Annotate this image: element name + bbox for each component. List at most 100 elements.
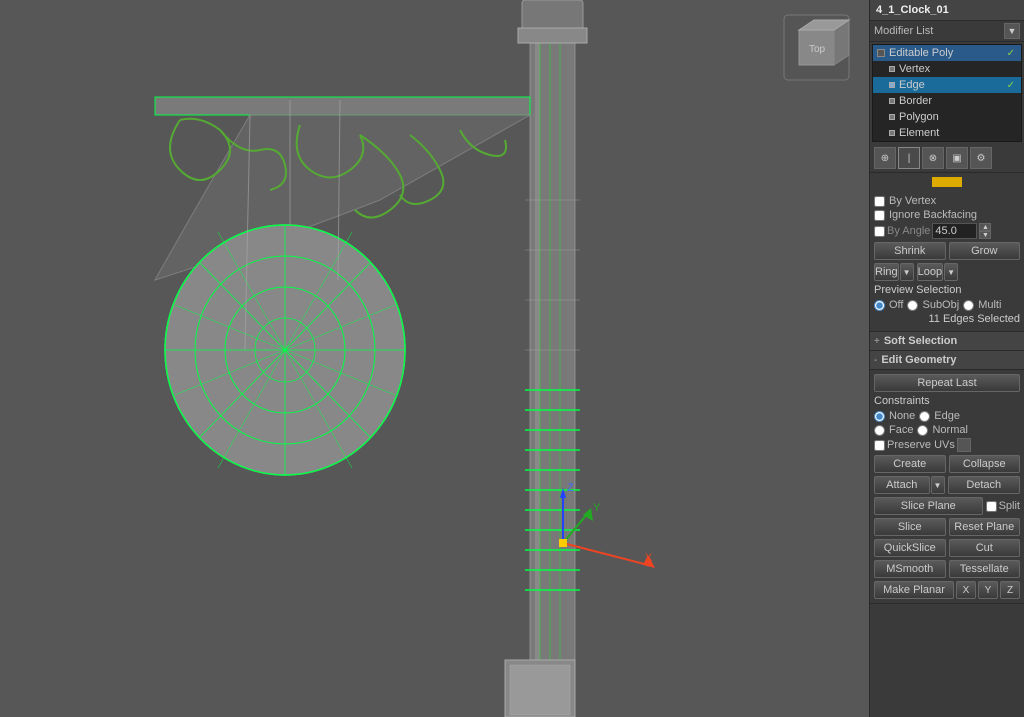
stack-icon <box>877 49 885 57</box>
tab-icon-5[interactable]: ⚙ <box>970 147 992 169</box>
detach-button[interactable]: Detach <box>948 476 1021 494</box>
constraint-normal-label: Normal <box>932 424 967 436</box>
by-vertex-label: By Vertex <box>889 195 936 207</box>
stack-label-border: Border <box>899 95 932 107</box>
view-gizmo[interactable]: Top <box>779 10 859 90</box>
constraint-edge-label: Edge <box>934 410 960 422</box>
by-angle-checkbox[interactable] <box>874 226 885 237</box>
stack-item-editable-poly[interactable]: Editable Poly ✓ <box>873 45 1021 61</box>
preview-selection-title: Preview Selection <box>874 284 1020 296</box>
angle-up[interactable]: ▲ <box>979 223 991 231</box>
split-checkbox[interactable] <box>986 501 997 512</box>
ignore-backfacing-checkbox[interactable] <box>874 210 885 221</box>
make-planar-button[interactable]: Make Planar <box>874 581 954 599</box>
slice-plane-button[interactable]: Slice Plane <box>874 497 983 515</box>
z-button[interactable]: Z <box>1000 581 1020 599</box>
attach-button[interactable]: Attach <box>874 476 930 494</box>
preview-multi-radio[interactable] <box>963 300 974 311</box>
loop-button[interactable]: Loop <box>917 263 943 281</box>
stack-bullet-edge <box>889 82 895 88</box>
by-angle-value[interactable] <box>932 223 977 239</box>
repeat-last-button[interactable]: Repeat Last <box>874 374 1020 392</box>
preview-off-radio[interactable] <box>874 300 885 311</box>
cut-button[interactable]: Cut <box>949 539 1021 557</box>
preserve-uvs-options[interactable] <box>957 438 971 452</box>
quickslice-cut-row: QuickSlice Cut <box>874 539 1020 557</box>
stack-item-border[interactable]: Border <box>873 93 1021 109</box>
yellow-bar-section <box>870 173 1024 191</box>
edit-geometry-toggle: - <box>874 355 877 366</box>
split-label: Split <box>999 500 1020 512</box>
viewport[interactable]: Y X Z Top <box>0 0 869 717</box>
stack-item-polygon[interactable]: Polygon <box>873 109 1021 125</box>
loop-arrow[interactable]: ▼ <box>944 263 958 281</box>
stack-label-editable-poly: Editable Poly <box>889 47 953 59</box>
by-vertex-checkbox[interactable] <box>874 196 885 207</box>
stack-label-edge: Edge <box>899 79 925 91</box>
quickslice-button[interactable]: QuickSlice <box>874 539 946 557</box>
attach-arrow[interactable]: ▼ <box>931 476 945 494</box>
collapse-button[interactable]: Collapse <box>949 455 1021 473</box>
stack-item-vertex[interactable]: Vertex <box>873 61 1021 77</box>
soft-selection-label: Soft Selection <box>884 335 957 347</box>
stack-item-element[interactable]: Element <box>873 125 1021 141</box>
constraint-normal-radio[interactable] <box>917 425 928 436</box>
constraint-none-label: None <box>889 410 915 422</box>
slice-reset-row: Slice Reset Plane <box>874 518 1020 536</box>
yellow-bar <box>932 177 962 187</box>
selection-section: By Vertex Ignore Backfacing By Angle ▲ ▼… <box>870 191 1024 332</box>
object-name-header: 4_1_Clock_01 <box>870 0 1024 21</box>
tab-icon-2[interactable]: | <box>898 147 920 169</box>
stack-label-element: Element <box>899 127 939 139</box>
constraint-edge-radio[interactable] <box>919 411 930 422</box>
angle-spinner: ▲ ▼ <box>979 223 991 239</box>
shrink-grow-row: Shrink Grow <box>874 242 1020 260</box>
stack-label-vertex: Vertex <box>899 63 930 75</box>
constraints-row-1: None Edge <box>874 410 1020 422</box>
green-check-icon: ✓ <box>1007 48 1015 59</box>
stack-bullet <box>889 66 895 72</box>
ring-loop-row: Ring ▼ Loop ▼ <box>874 263 1020 281</box>
tab-icon-1[interactable]: ⊕ <box>874 147 896 169</box>
ignore-backfacing-row: Ignore Backfacing <box>874 209 1020 221</box>
stack-bullet-border <box>889 98 895 104</box>
modifier-list-row[interactable]: Modifier List ▼ <box>870 21 1024 42</box>
edit-geometry-section: Repeat Last Constraints None Edge Face N… <box>870 370 1024 604</box>
ring-arrow[interactable]: ▼ <box>900 263 914 281</box>
soft-selection-header[interactable]: + Soft Selection <box>870 332 1024 351</box>
preview-subobj-radio[interactable] <box>907 300 918 311</box>
create-button[interactable]: Create <box>874 455 946 473</box>
edit-geometry-header[interactable]: - Edit Geometry <box>870 351 1024 370</box>
slice-button[interactable]: Slice <box>874 518 946 536</box>
by-vertex-row: By Vertex <box>874 195 1020 207</box>
tab-icon-3[interactable]: ⊗ <box>922 147 944 169</box>
attach-with-arrow: Attach ▼ <box>874 476 945 494</box>
msmooth-button[interactable]: MSmooth <box>874 560 946 578</box>
angle-down[interactable]: ▼ <box>979 231 991 239</box>
attach-detach-row: Attach ▼ Detach <box>874 476 1020 494</box>
make-planar-row: Make Planar X Y Z <box>874 581 1020 599</box>
modifier-list-dropdown[interactable]: ▼ <box>1004 23 1020 39</box>
y-button[interactable]: Y <box>978 581 998 599</box>
panel-tabs: ⊕ | ⊗ ▣ ⚙ <box>870 144 1024 173</box>
preserve-uvs-checkbox[interactable] <box>874 440 885 451</box>
edges-selected-count: 11 Edges Selected <box>874 313 1020 325</box>
constraint-face-label: Face <box>889 424 913 436</box>
reset-plane-button[interactable]: Reset Plane <box>949 518 1021 536</box>
by-angle-label: By Angle <box>887 225 930 237</box>
constraint-face-radio[interactable] <box>874 425 885 436</box>
tab-icon-4[interactable]: ▣ <box>946 147 968 169</box>
stack-label-polygon: Polygon <box>899 111 939 123</box>
ring-button[interactable]: Ring <box>874 263 899 281</box>
stack-item-edge[interactable]: Edge ✓ <box>873 77 1021 93</box>
tessellate-button[interactable]: Tessellate <box>949 560 1021 578</box>
preserve-uvs-label: Preserve UVs <box>887 439 955 451</box>
x-button[interactable]: X <box>956 581 976 599</box>
by-angle-row: By Angle ▲ ▼ <box>874 223 1020 239</box>
grow-button[interactable]: Grow <box>949 242 1021 260</box>
shrink-button[interactable]: Shrink <box>874 242 946 260</box>
svg-text:Z: Z <box>567 482 574 494</box>
split-with-check: Split <box>986 497 1020 515</box>
constraint-none-radio[interactable] <box>874 411 885 422</box>
constraints-row-2: Face Normal <box>874 424 1020 436</box>
